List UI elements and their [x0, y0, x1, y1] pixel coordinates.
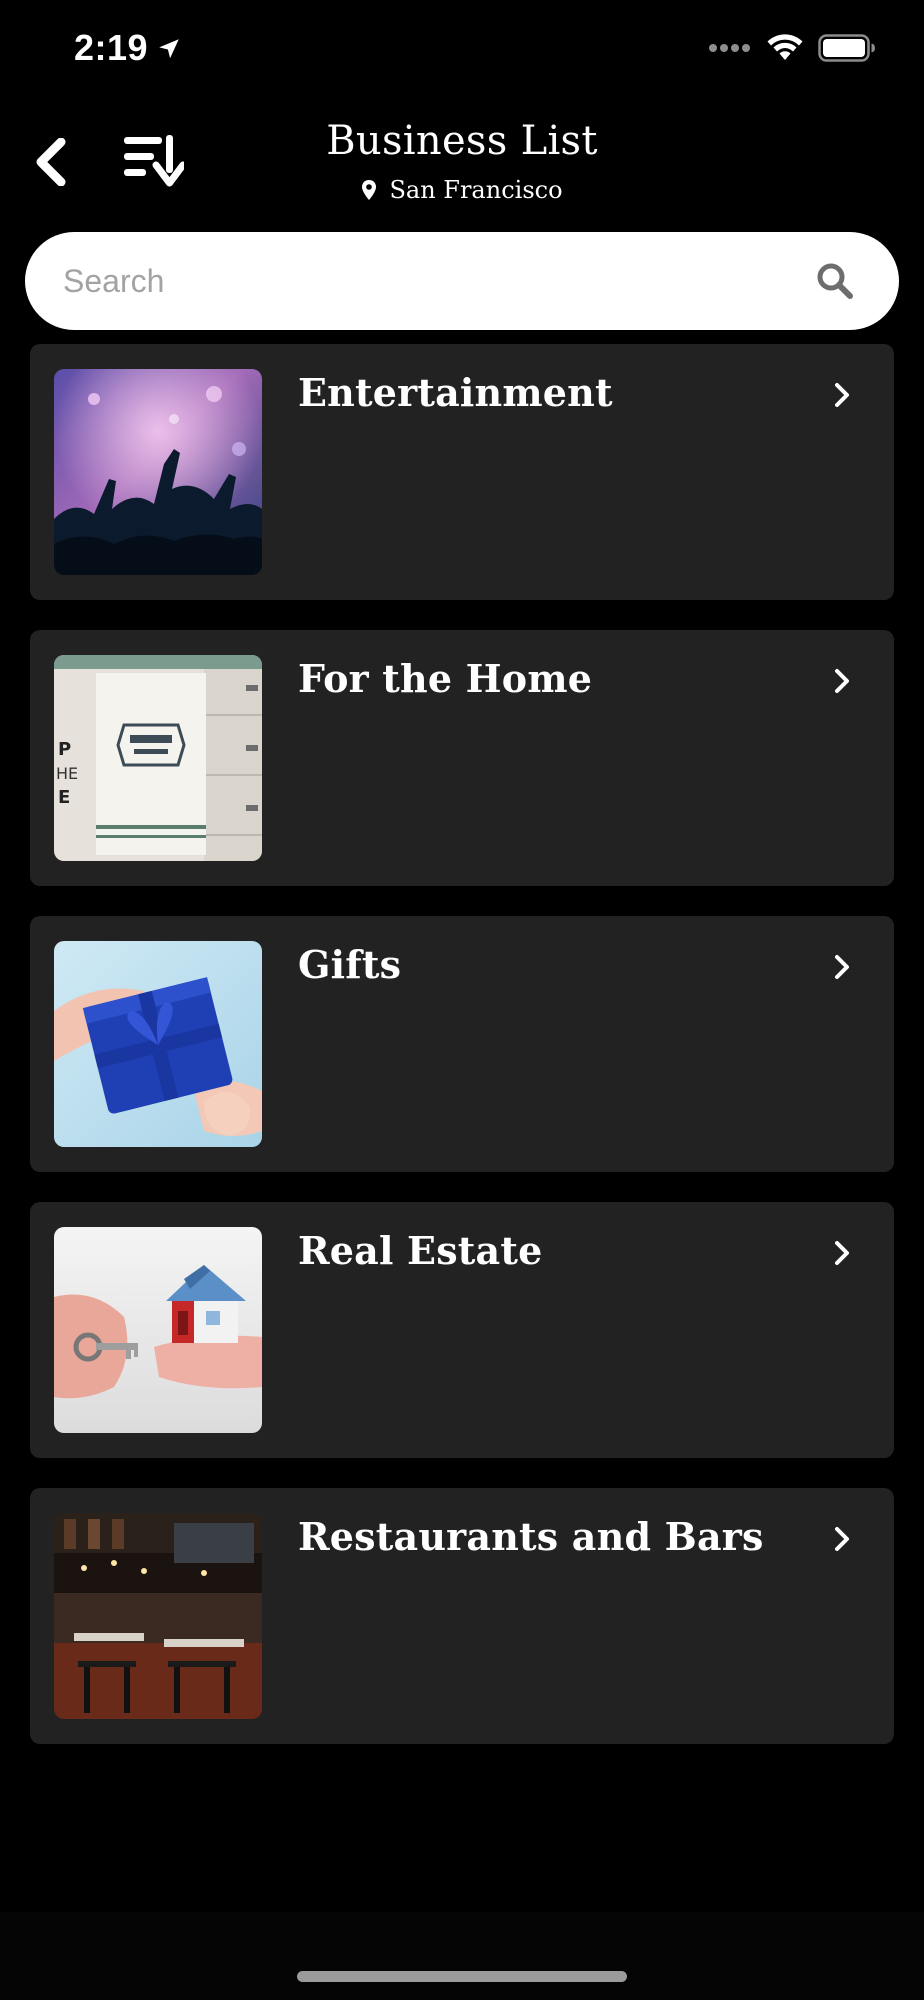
status-indicators	[708, 34, 876, 62]
chevron-right-icon	[830, 952, 854, 982]
svg-text:E: E	[58, 787, 70, 808]
category-card-entertainment[interactable]: Entertainment	[30, 344, 894, 600]
page-title: Business List	[326, 118, 598, 164]
chevron-right-icon	[830, 1238, 854, 1268]
category-card-real-estate[interactable]: Real Estate	[30, 1202, 894, 1458]
category-title-restaurants-and-bars: Restaurants and Bars	[298, 1514, 764, 1559]
status-time: 2:19	[74, 27, 149, 68]
map-pin-icon	[362, 180, 377, 200]
search-bar[interactable]	[25, 232, 899, 330]
category-image-gifts	[54, 941, 262, 1147]
category-card-gifts[interactable]: Gifts	[30, 916, 894, 1172]
category-list: Entertainment P HE E For the Home Gifts …	[30, 344, 894, 1774]
bottom-safe-area	[0, 1912, 924, 2000]
search-input[interactable]	[61, 261, 815, 301]
category-card-for-the-home[interactable]: P HE E For the Home	[30, 630, 894, 886]
category-image-real-estate	[54, 1227, 262, 1433]
svg-text:P: P	[58, 739, 71, 760]
category-title-gifts: Gifts	[298, 942, 402, 987]
home-indicator[interactable]	[297, 1971, 627, 1982]
category-card-restaurants-and-bars[interactable]: Restaurants and Bars	[30, 1488, 894, 1744]
category-title-for-the-home: For the Home	[298, 656, 593, 701]
location-label[interactable]: San Francisco	[0, 176, 924, 204]
chevron-right-icon	[830, 380, 854, 410]
location-text: San Francisco	[389, 176, 563, 204]
status-time-group: 2:19	[74, 27, 182, 69]
search-icon[interactable]	[815, 261, 855, 301]
chevron-right-icon	[830, 1524, 854, 1554]
category-title-entertainment: Entertainment	[298, 370, 613, 415]
location-arrow-icon	[159, 39, 179, 59]
svg-text:HE: HE	[56, 764, 78, 783]
battery-icon	[818, 34, 875, 62]
signal-dots-icon	[709, 44, 750, 52]
category-image-for-the-home: P HE E	[54, 655, 262, 861]
category-image-restaurants-and-bars	[54, 1513, 262, 1719]
category-title-real-estate: Real Estate	[298, 1228, 543, 1273]
chevron-right-icon	[830, 666, 854, 696]
status-bar: 2:19	[0, 0, 924, 100]
wifi-icon	[767, 34, 803, 60]
category-image-entertainment	[54, 369, 262, 575]
